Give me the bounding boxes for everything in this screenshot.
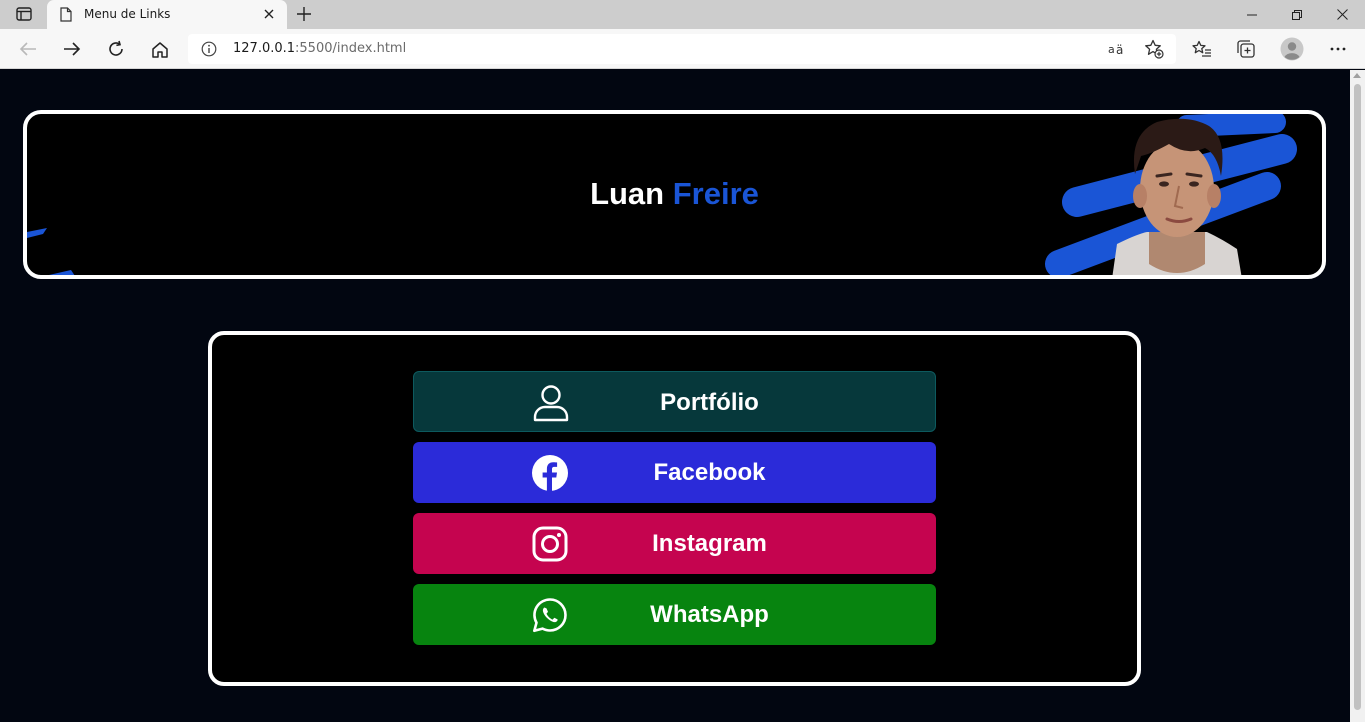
tab-actions-icon xyxy=(16,7,32,21)
new-tab-button[interactable] xyxy=(292,4,316,24)
tab-close-button[interactable] xyxy=(261,6,277,22)
url-host: 127.0.0.1 xyxy=(233,41,296,56)
favorites-button[interactable] xyxy=(1187,35,1217,63)
collections-button[interactable] xyxy=(1231,35,1261,63)
facebook-link-label: Facebook xyxy=(653,459,766,486)
forward-button[interactable] xyxy=(57,35,87,63)
minimize-icon xyxy=(1247,14,1257,15)
profile-button[interactable] xyxy=(1277,35,1307,63)
arrow-left-icon xyxy=(19,42,36,56)
avatar-icon xyxy=(1280,37,1304,61)
tab-actions-button[interactable] xyxy=(8,3,40,25)
whatsapp-link-button[interactable]: WhatsApp xyxy=(413,584,936,645)
star-add-icon xyxy=(1145,39,1164,59)
address-bar[interactable]: 127.0.0.1:5500/index.html a ä xyxy=(188,34,1176,64)
home-icon xyxy=(152,41,168,58)
plus-icon xyxy=(297,7,311,21)
instagram-link-label: Instagram xyxy=(652,530,767,557)
whatsapp-link-label: WhatsApp xyxy=(650,601,769,628)
tab-bar: Menu de Links xyxy=(0,0,1365,29)
decorative-stripes xyxy=(27,228,75,275)
home-button[interactable] xyxy=(145,35,175,63)
page-scrollbar[interactable] xyxy=(1350,70,1365,722)
refresh-button[interactable] xyxy=(101,35,131,63)
read-aloud-icon: a ä xyxy=(1108,43,1123,57)
header-banner: Luan Freire xyxy=(23,110,1326,279)
first-name: Luan xyxy=(590,176,665,211)
settings-more-button[interactable] xyxy=(1323,35,1353,63)
info-icon[interactable] xyxy=(201,41,217,57)
page-icon xyxy=(60,7,72,22)
tab-title: Menu de Links xyxy=(84,7,171,21)
collections-icon xyxy=(1237,40,1255,58)
window-close-button[interactable] xyxy=(1319,0,1365,29)
scroll-up-arrow[interactable] xyxy=(1353,73,1361,78)
svg-text:a: a xyxy=(1108,43,1115,56)
minimize-button[interactable] xyxy=(1229,0,1275,29)
last-name: Freire xyxy=(672,176,759,211)
close-icon xyxy=(264,9,274,19)
page-viewport: Luan Freire Portfólio Facebook Instagram… xyxy=(0,70,1350,722)
scrollbar-thumb[interactable] xyxy=(1354,84,1361,710)
portfolio-link-label: Portfólio xyxy=(660,389,759,416)
restore-button[interactable] xyxy=(1274,0,1320,29)
profile-photo xyxy=(1045,114,1297,275)
url-text[interactable]: 127.0.0.1:5500/index.html xyxy=(233,41,406,56)
browser-tab[interactable]: Menu de Links xyxy=(47,0,287,29)
read-aloud-button[interactable]: a ä xyxy=(1107,39,1129,59)
refresh-icon xyxy=(109,40,123,56)
back-button[interactable] xyxy=(13,35,43,63)
close-icon xyxy=(1336,9,1348,20)
links-card: Portfólio Facebook Instagram WhatsApp xyxy=(208,331,1141,686)
url-path: :5500/index.html xyxy=(295,41,407,56)
facebook-link-button[interactable]: Facebook xyxy=(413,442,936,503)
add-favorite-button[interactable] xyxy=(1143,39,1165,59)
arrow-right-icon xyxy=(64,42,81,56)
instagram-link-button[interactable]: Instagram xyxy=(413,513,936,574)
portfolio-link-button[interactable]: Portfólio xyxy=(413,371,936,432)
browser-toolbar: 127.0.0.1:5500/index.html a ä xyxy=(0,29,1365,69)
favorites-icon xyxy=(1192,40,1211,57)
restore-icon xyxy=(1292,9,1302,20)
svg-text:ä: ä xyxy=(1116,43,1123,57)
more-icon xyxy=(1330,47,1346,51)
